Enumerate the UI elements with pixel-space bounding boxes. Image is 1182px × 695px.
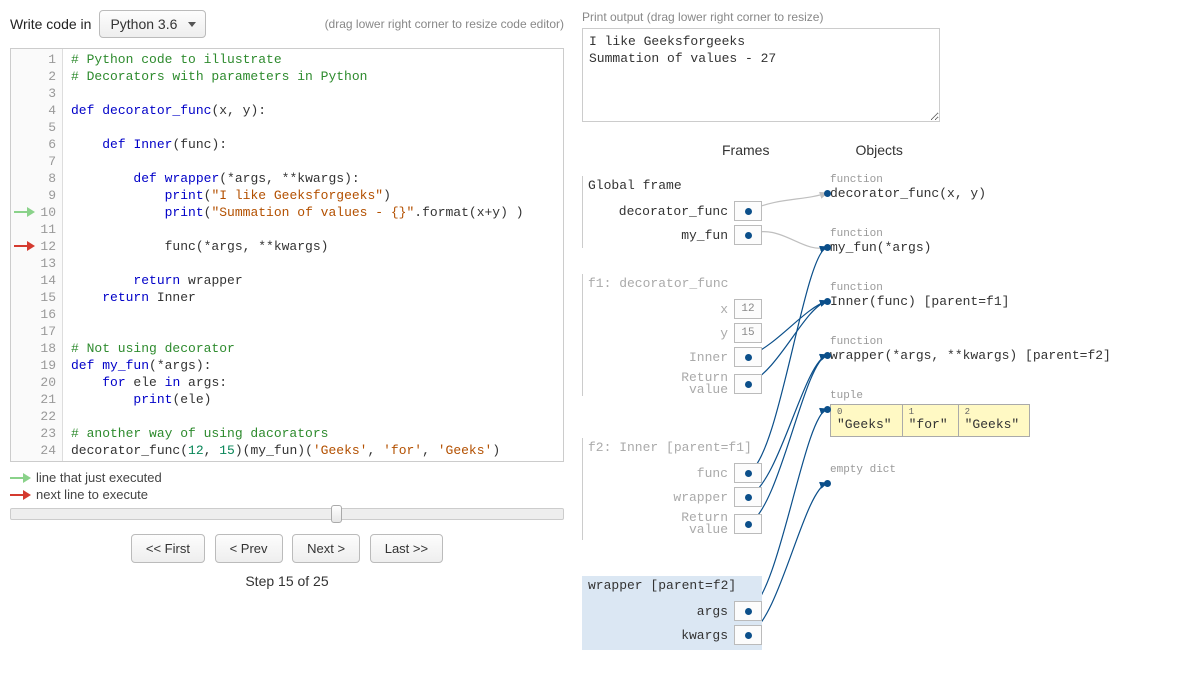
resize-hint: (drag lower right corner to resize code … xyxy=(325,17,564,31)
step-buttons: << First < Prev Next > Last >> xyxy=(10,534,564,563)
frame-wrapper: wrapper [parent=f2] args kwargs xyxy=(582,576,762,650)
legend-next-line: next line to execute xyxy=(36,487,148,502)
frame-f2: f2: Inner [parent=f1] func wrapper Retur… xyxy=(582,438,762,540)
var-f2-func: func xyxy=(697,466,734,481)
object-function-inner: function Inner(func) [parent=f1] xyxy=(830,282,1009,309)
ref-dot xyxy=(734,374,762,394)
last-button[interactable]: Last >> xyxy=(370,534,443,563)
val-f1-y: 15 xyxy=(734,323,762,343)
first-button[interactable]: << First xyxy=(131,534,205,563)
viz-pane: Print output (drag lower right corner to… xyxy=(582,10,1172,658)
frame-f1: f1: decorator_func x12 y15 Inner Return … xyxy=(582,274,762,396)
step-label: Step 15 of 25 xyxy=(10,573,564,589)
prev-button[interactable]: < Prev xyxy=(215,534,283,563)
language-select[interactable]: Python 3.6 xyxy=(99,10,206,38)
var-f2-wrapper: wrapper xyxy=(673,490,734,505)
step-slider[interactable] xyxy=(10,508,564,520)
viz-area: Global frame decorator_func my_fun f1: d… xyxy=(582,158,1172,658)
val-f1-x: 12 xyxy=(734,299,762,319)
var-wrap-kwargs: kwargs xyxy=(681,628,734,643)
object-tuple: tuple 0"Geeks"1"for"2"Geeks" xyxy=(830,390,1030,437)
output-label: Print output (drag lower right corner to… xyxy=(582,10,1172,24)
header-row: Write code in Python 3.6 (drag lower rig… xyxy=(10,10,564,38)
var-f2-return: Return value xyxy=(681,512,734,536)
output-box[interactable]: I like Geeksforgeeks Summation of values… xyxy=(582,28,940,122)
output-text: I like Geeksforgeeks Summation of values… xyxy=(589,34,776,66)
object-function-my_fun: function my_fun(*args) xyxy=(830,228,931,255)
var-wrap-args: args xyxy=(697,604,734,619)
legend-just-executed: line that just executed xyxy=(36,470,162,485)
object-function-wrapper: function wrapper(*args, **kwargs) [paren… xyxy=(830,336,1111,363)
ref-dot xyxy=(734,463,762,483)
next-button[interactable]: Next > xyxy=(292,534,360,563)
frame-title-global: Global frame xyxy=(582,176,762,199)
frame-title-f2: f2: Inner [parent=f1] xyxy=(582,438,762,461)
ref-dot xyxy=(734,601,762,621)
arrow-green-icon xyxy=(10,473,30,483)
var-f1-inner: Inner xyxy=(689,350,734,365)
ref-dot xyxy=(734,514,762,534)
var-decorator_func: decorator_func xyxy=(619,204,734,219)
code-editor[interactable]: 123456789101112131415161718192021222324 … xyxy=(10,48,564,462)
ref-dot xyxy=(734,347,762,367)
var-f1-return: Return value xyxy=(681,372,734,396)
frame-global: Global frame decorator_func my_fun xyxy=(582,176,762,248)
object-function-decorator_func: function decorator_func(x, y) xyxy=(830,174,986,201)
arrow-red-icon xyxy=(10,490,30,500)
var-f1-y: y xyxy=(720,326,734,341)
viz-headers: Frames Objects xyxy=(582,142,1172,158)
objects-header: Objects xyxy=(855,142,902,158)
frames-header: Frames xyxy=(722,142,769,158)
frame-title-wrapper: wrapper [parent=f2] xyxy=(582,576,762,599)
legend: line that just executed next line to exe… xyxy=(10,470,564,502)
code-pane: Write code in Python 3.6 (drag lower rig… xyxy=(10,10,564,658)
lang-label: Write code in xyxy=(10,16,91,32)
ref-dot xyxy=(734,625,762,645)
ref-dot xyxy=(734,487,762,507)
object-empty-dict: empty dict xyxy=(830,464,896,476)
ref-dot xyxy=(734,201,762,221)
lang-select-wrap: Python 3.6 xyxy=(99,10,206,38)
var-my_fun: my_fun xyxy=(681,228,734,243)
var-f1-x: x xyxy=(720,302,734,317)
slider-knob[interactable] xyxy=(331,505,342,523)
ref-dot xyxy=(734,225,762,245)
frame-title-f1: f1: decorator_func xyxy=(582,274,762,297)
